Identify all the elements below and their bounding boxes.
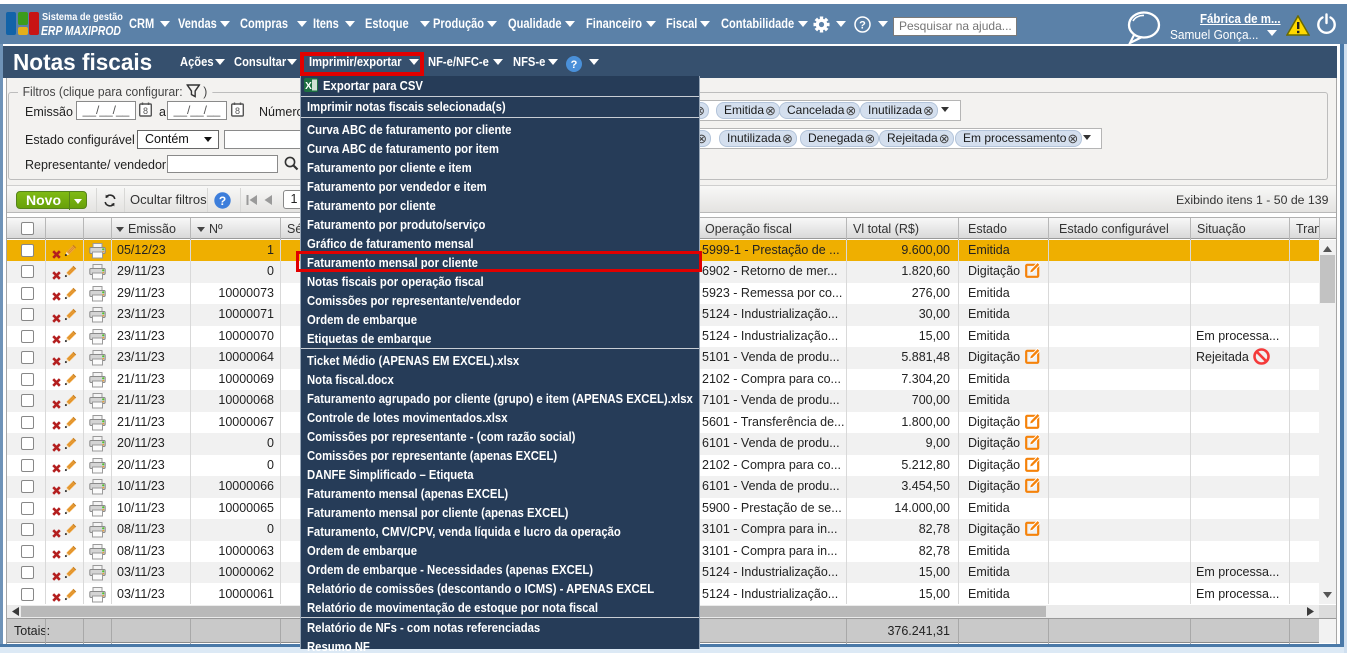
svg-text:?: ? xyxy=(859,20,866,32)
svg-text:?: ? xyxy=(571,59,578,71)
svg-text:8: 8 xyxy=(143,106,148,116)
svg-text:8: 8 xyxy=(235,106,240,116)
svg-text:?: ? xyxy=(219,194,226,208)
svg-text:X: X xyxy=(305,81,312,92)
